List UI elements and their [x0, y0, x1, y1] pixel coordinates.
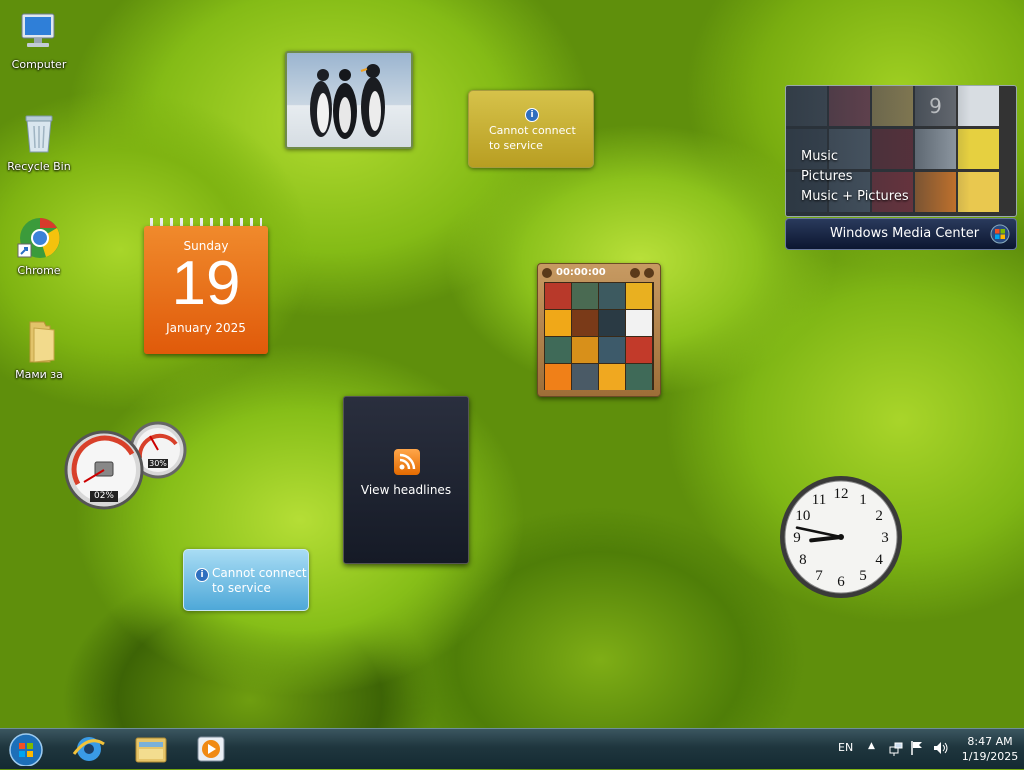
file-explorer-icon [135, 737, 167, 763]
media-menu-music[interactable]: Music [801, 147, 909, 167]
media-center-launch-bar[interactable]: Windows Media Center [785, 218, 1017, 250]
clock-number: 3 [881, 530, 889, 546]
media-center-brand: Windows Media Center [830, 226, 980, 241]
weather-gadget-blue[interactable]: i Cannot connect to service [183, 549, 309, 611]
view-headlines-link[interactable]: View headlines [344, 483, 468, 497]
windows-logo-icon [990, 224, 1010, 244]
media-center-gadget[interactable]: 9 Music Pictures Music + Pictures Window… [785, 85, 1017, 250]
clock-number: 1 [859, 492, 867, 508]
puzzle-timer: 00:00:00 [556, 267, 606, 278]
puzzle-reset-icon[interactable] [644, 268, 654, 278]
calendar-gadget[interactable]: Sunday 19 January 2025 [144, 218, 268, 354]
weather-error-line2: to service [212, 581, 271, 595]
calendar-month-year: January 2025 [166, 321, 246, 335]
weather-gadget-yellow[interactable]: i Cannot connect to service [468, 90, 594, 168]
clock-number: 7 [815, 568, 823, 584]
cpu-meter-dials [64, 421, 187, 510]
folder-icon [16, 318, 62, 364]
rss-icon [394, 449, 420, 475]
slide-puzzle-gadget[interactable]: 00:00:00 [537, 263, 661, 397]
weather-error-line2: to service [489, 139, 543, 152]
clock-number: 6 [837, 574, 845, 590]
start-button[interactable] [2, 732, 48, 767]
recycle-bin-icon [16, 110, 62, 156]
action-center-flag-icon[interactable] [910, 740, 924, 756]
penguin-photo [310, 64, 385, 139]
computer-icon [16, 8, 62, 54]
info-icon: i [525, 108, 539, 122]
clock-number: 9 [793, 530, 801, 546]
weather-error-line1: Cannot connect [489, 124, 576, 137]
slideshow-gadget[interactable] [285, 51, 413, 149]
taskbar-clock[interactable]: 8:47 AM 1/19/2025 [960, 734, 1020, 764]
clock-number: 10 [795, 508, 810, 524]
taskbar-media-player[interactable] [188, 732, 234, 766]
clock-number: 8 [799, 552, 807, 568]
show-hidden-icons-icon[interactable]: ▲ [868, 741, 875, 751]
clock-number: 4 [875, 552, 883, 568]
memory-percent: 30% [149, 459, 167, 468]
desktop-icon-folder[interactable]: Мами за [4, 318, 74, 381]
cpu-meter-gadget[interactable]: 30% 02% [62, 418, 188, 514]
taskbar-internet-explorer[interactable] [66, 732, 112, 766]
weather-error-line1: Cannot connect [212, 566, 307, 580]
taskbar-explorer[interactable] [128, 732, 174, 766]
volume-icon[interactable] [932, 740, 950, 756]
desktop-icon-label: Chrome [17, 264, 61, 277]
windows-orb-icon [9, 733, 43, 767]
desktop-icon-label: Computer [11, 58, 67, 71]
internet-explorer-icon [72, 737, 105, 761]
desktop-icon-computer[interactable]: Computer [4, 8, 74, 71]
feed-headlines-gadget[interactable]: View headlines [343, 396, 469, 564]
desktop-icon-chrome[interactable]: Chrome [4, 214, 74, 277]
calendar-day: 19 [171, 249, 241, 318]
media-menu-music-pictures[interactable]: Music + Pictures [801, 187, 909, 207]
taskbar-date: 1/19/2025 [961, 750, 1019, 763]
info-icon: i [195, 568, 209, 582]
system-tray: EN ▲ 8:47 AM 1/19/2025 [784, 729, 1024, 769]
clock-number: 11 [812, 492, 826, 508]
clock-face: 12 12 3 45678 9 1011 [780, 476, 902, 598]
taskbar: EN ▲ 8:47 AM 1/19/2025 [0, 728, 1024, 769]
clock-number: 12 [834, 486, 849, 502]
desktop-icon-label: Recycle Bin [7, 160, 71, 173]
clock-number: 2 [875, 508, 883, 524]
puzzle-shuffle-icon[interactable] [542, 268, 552, 278]
desktop-icon-recycle-bin[interactable]: Recycle Bin [4, 110, 74, 173]
chrome-icon [16, 214, 62, 260]
clock-number: 5 [859, 568, 867, 584]
puzzle-help-icon[interactable] [630, 268, 640, 278]
taskbar-time: 8:47 AM [967, 735, 1013, 748]
clock-gadget[interactable]: 12 1 2 3 4 5 6 7 8 9 10 11 [778, 474, 904, 600]
media-menu-pictures[interactable]: Pictures [801, 167, 909, 187]
puzzle-board[interactable] [544, 282, 654, 390]
network-icon[interactable] [888, 741, 904, 757]
language-indicator[interactable]: EN [838, 741, 853, 754]
media-player-icon [197, 736, 225, 762]
desktop-icon-label: Мами за [15, 368, 63, 381]
cpu-percent: 02% [93, 491, 114, 501]
